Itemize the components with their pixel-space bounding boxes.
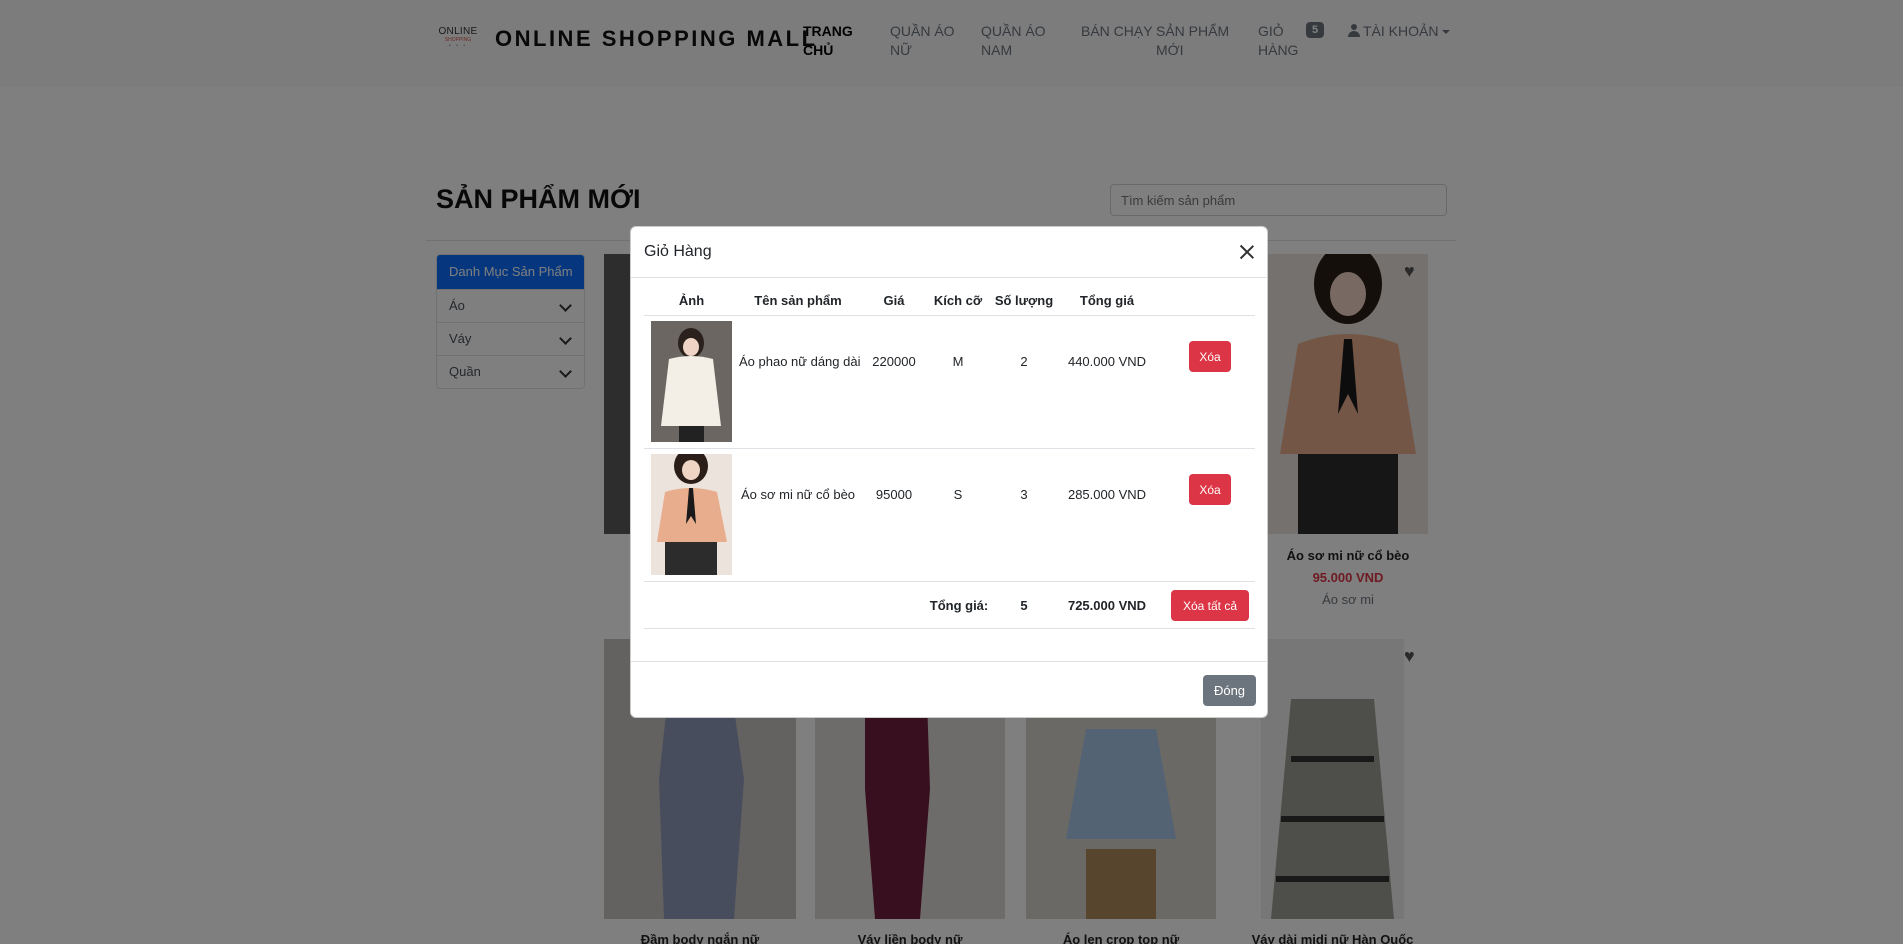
divider xyxy=(644,581,1255,582)
summary-quantity: 5 xyxy=(1020,598,1028,613)
delete-item-button[interactable]: Xóa xyxy=(1189,341,1231,372)
divider xyxy=(644,628,1255,629)
product-thumbnail xyxy=(651,454,732,575)
cart-item-price: 220000 xyxy=(872,354,916,369)
header-size: Kích cỡ xyxy=(933,293,983,308)
cart-item-price: 95000 xyxy=(875,487,913,502)
product-thumbnail xyxy=(651,321,732,442)
cart-item-quantity: 3 xyxy=(1020,487,1028,502)
header-image: Ảnh xyxy=(678,293,705,308)
modal-title: Giỏ Hàng xyxy=(644,243,712,260)
header-name: Tên sản phẩm xyxy=(754,293,842,308)
header-total: Tổng giá xyxy=(1079,293,1135,308)
cart-item-total: 440.000 VND xyxy=(1067,354,1147,369)
puffer-jacket-photo xyxy=(651,321,732,442)
cart-item-size: S xyxy=(953,487,963,502)
modal-footer-divider xyxy=(631,661,1267,662)
cart-modal: Giỏ Hàng Ảnh Tên sản phẩm Giá Kích cỡ Số… xyxy=(630,226,1268,718)
clear-cart-button[interactable]: Xóa tất cả xyxy=(1171,590,1249,621)
cart-item-total: 285.000 VND xyxy=(1067,487,1147,502)
delete-item-button[interactable]: Xóa xyxy=(1189,474,1231,505)
summary-label: Tổng giá: xyxy=(929,598,989,613)
header-quantity: Số lượng xyxy=(994,293,1054,308)
divider xyxy=(644,315,1255,316)
divider xyxy=(644,448,1255,449)
close-icon[interactable] xyxy=(1237,242,1257,262)
cart-item-size: M xyxy=(952,354,964,369)
blouse-photo xyxy=(651,454,732,575)
cart-item-name: Áo sơ mi nữ cổ bèo xyxy=(740,487,856,502)
modal-header: Giỏ Hàng xyxy=(631,227,1267,278)
cart-item-name: Áo phao nữ dáng dài xyxy=(739,354,861,369)
cart-item-quantity: 2 xyxy=(1020,354,1028,369)
close-modal-button[interactable]: Đóng xyxy=(1203,675,1256,706)
summary-total: 725.000 VND xyxy=(1067,598,1147,613)
header-price: Giá xyxy=(883,293,905,308)
